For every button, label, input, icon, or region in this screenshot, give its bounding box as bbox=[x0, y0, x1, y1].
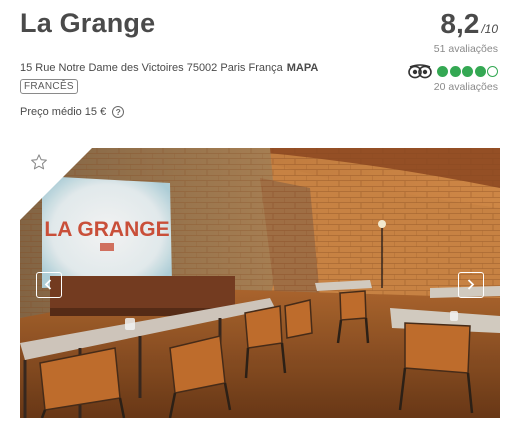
owl-icon bbox=[407, 64, 432, 79]
previous-photo-button[interactable] bbox=[36, 272, 62, 298]
tripadvisor-review-count[interactable]: 20 avaliações bbox=[434, 81, 498, 93]
rating-review-count[interactable]: 51 avaliações bbox=[434, 43, 498, 55]
tripadvisor-bubble bbox=[462, 66, 473, 77]
restaurant-photo[interactable]: LA GRANGE bbox=[20, 148, 500, 418]
next-photo-button[interactable] bbox=[458, 272, 484, 298]
chevron-right-icon bbox=[467, 279, 475, 290]
tripadvisor-bubble bbox=[474, 66, 486, 77]
map-link[interactable]: MAPA bbox=[287, 62, 319, 74]
chevron-left-icon bbox=[44, 279, 52, 290]
tripadvisor-bubble bbox=[449, 66, 461, 77]
star-outline-icon[interactable] bbox=[30, 153, 48, 171]
average-price: Preço médio 15 €? bbox=[20, 106, 125, 118]
tripadvisor-rating[interactable] bbox=[407, 64, 498, 79]
average-price-text: Preço médio 15 € bbox=[20, 106, 107, 118]
restaurant-name: La Grange bbox=[20, 8, 156, 38]
tripadvisor-bubble bbox=[437, 66, 448, 77]
cuisine-tag[interactable]: FRANCÊS bbox=[20, 79, 78, 94]
tripadvisor-bubble bbox=[487, 66, 498, 77]
address: 15 Rue Notre Dame des Victoires 75002 Pa… bbox=[20, 62, 318, 74]
rating-score: 8,2 bbox=[440, 8, 480, 39]
tripadvisor-bubbles bbox=[436, 66, 498, 77]
rating-block: 8,2/10 51 avaliações bbox=[434, 8, 498, 55]
rating-out-of: /10 bbox=[481, 22, 498, 36]
address-text: 15 Rue Notre Dame des Victoires 75002 Pa… bbox=[20, 62, 283, 74]
help-icon[interactable]: ? bbox=[112, 106, 125, 118]
